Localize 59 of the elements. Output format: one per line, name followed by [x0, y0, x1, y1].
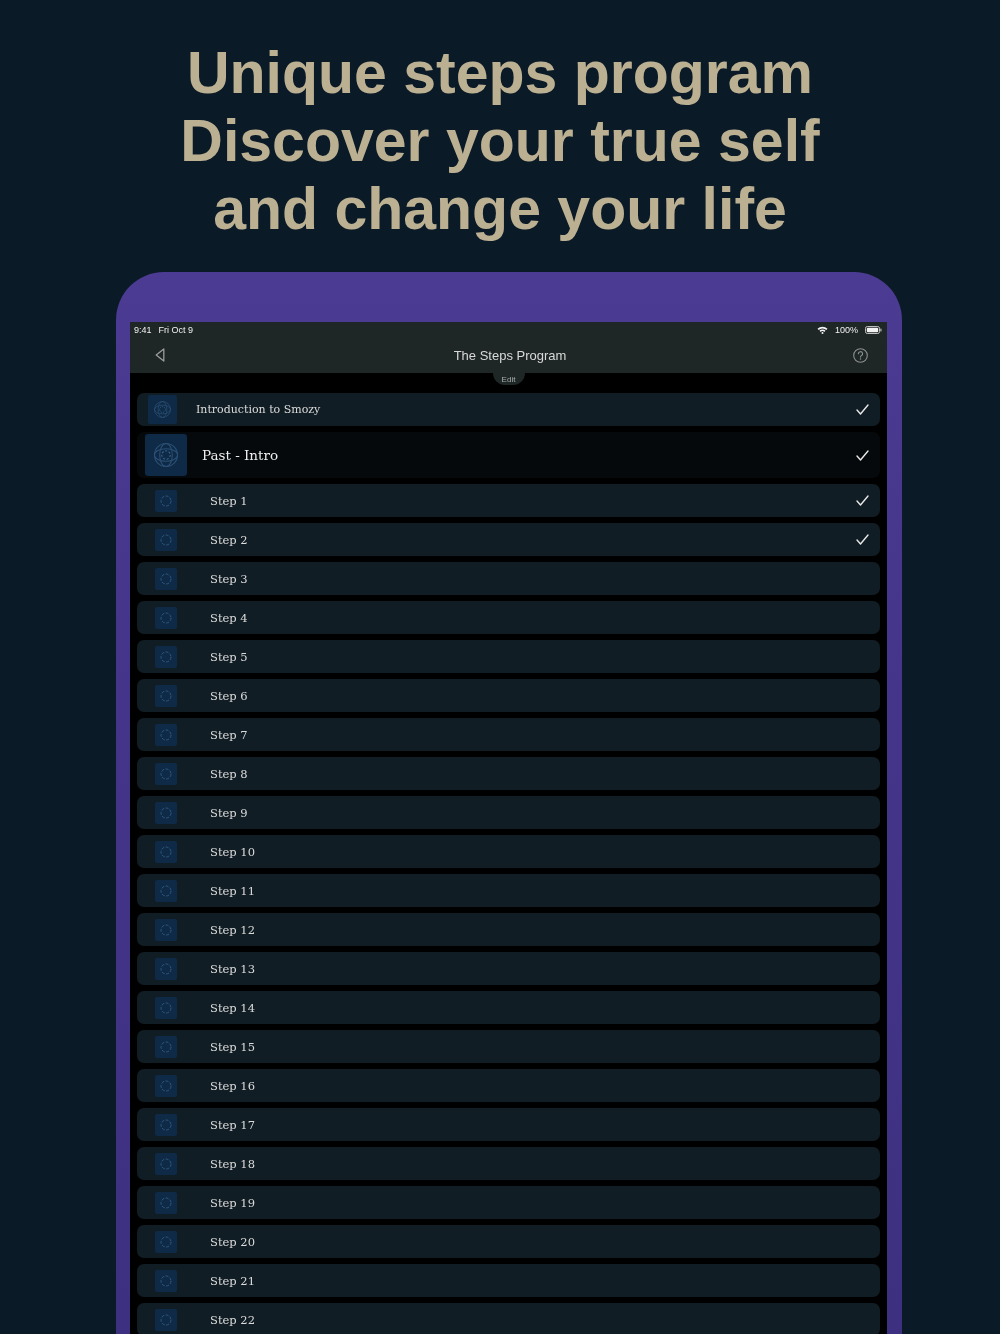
battery-percent: 100%	[834, 324, 858, 335]
emblem-icon	[155, 879, 177, 902]
emblem-icon	[155, 1113, 177, 1136]
emblem-icon	[155, 1152, 177, 1175]
back-icon	[155, 348, 165, 362]
edit-button[interactable]: Edit	[492, 373, 525, 385]
emblem-icon	[155, 1191, 177, 1214]
emblem-icon	[155, 996, 177, 1019]
emblem-icon	[155, 1035, 177, 1058]
step-row[interactable]: Step 15	[137, 1030, 880, 1063]
step-row[interactable]: Step 8	[137, 757, 880, 790]
step-row[interactable]: Step 12	[137, 913, 880, 946]
emblem-icon	[155, 606, 177, 629]
step-row[interactable]: Step 3	[137, 562, 880, 595]
status-time: 9:41	[134, 324, 152, 335]
step-row[interactable]: Step 6	[137, 679, 880, 712]
step-row[interactable]: Step 10	[137, 835, 880, 868]
emblem-icon	[155, 1269, 177, 1292]
step-row[interactable]: Step 7	[137, 718, 880, 751]
emblem-icon	[155, 723, 177, 746]
step-row[interactable]: Step 1	[137, 484, 880, 517]
help-button[interactable]	[850, 345, 870, 365]
emblem-icon	[155, 840, 177, 863]
step-row[interactable]: Step 5	[137, 640, 880, 673]
wifi-icon	[816, 325, 828, 334]
step-row[interactable]: Step 21	[137, 1264, 880, 1297]
battery-icon	[865, 325, 882, 334]
emblem-icon	[155, 957, 177, 980]
step-row[interactable]: Step 19	[137, 1186, 880, 1219]
step-row[interactable]: Step 9	[137, 796, 880, 829]
step-row[interactable]: Step 13	[137, 952, 880, 985]
emblem-icon	[155, 801, 177, 824]
headline: Unique steps program Discover your true self and change your life	[179, 39, 821, 243]
step-row[interactable]: Step 20	[137, 1225, 880, 1258]
emblem-icon	[148, 395, 177, 424]
help-icon	[852, 347, 868, 363]
step-row[interactable]: Step 11	[137, 874, 880, 907]
emblem-icon	[155, 645, 177, 668]
emblem-icon	[155, 1308, 177, 1331]
step-row[interactable]: Step 22	[137, 1303, 880, 1334]
status-date: Fri Oct 9	[158, 324, 194, 335]
emblem-icon	[155, 762, 177, 785]
emblem-icon	[155, 489, 177, 512]
emblem-icon	[155, 1230, 177, 1253]
step-row[interactable]: Step 18	[137, 1147, 880, 1180]
step-row[interactable]: Step 14	[137, 991, 880, 1024]
step-row[interactable]: Step 17	[137, 1108, 880, 1141]
emblem-icon	[145, 434, 187, 476]
emblem-icon	[155, 1074, 177, 1097]
emblem-icon	[155, 528, 177, 551]
lesson-row[interactable]: Introduction to Smozy	[137, 393, 880, 426]
step-row[interactable]: Step 2	[137, 523, 880, 556]
emblem-icon	[155, 684, 177, 707]
emblem-icon	[155, 567, 177, 590]
emblem-icon	[155, 918, 177, 941]
step-row[interactable]: Step 16	[137, 1069, 880, 1102]
step-row[interactable]: Step 4	[137, 601, 880, 634]
section-row[interactable]: Past - Intro	[137, 432, 880, 478]
screen-title: The Steps Program	[452, 347, 568, 363]
